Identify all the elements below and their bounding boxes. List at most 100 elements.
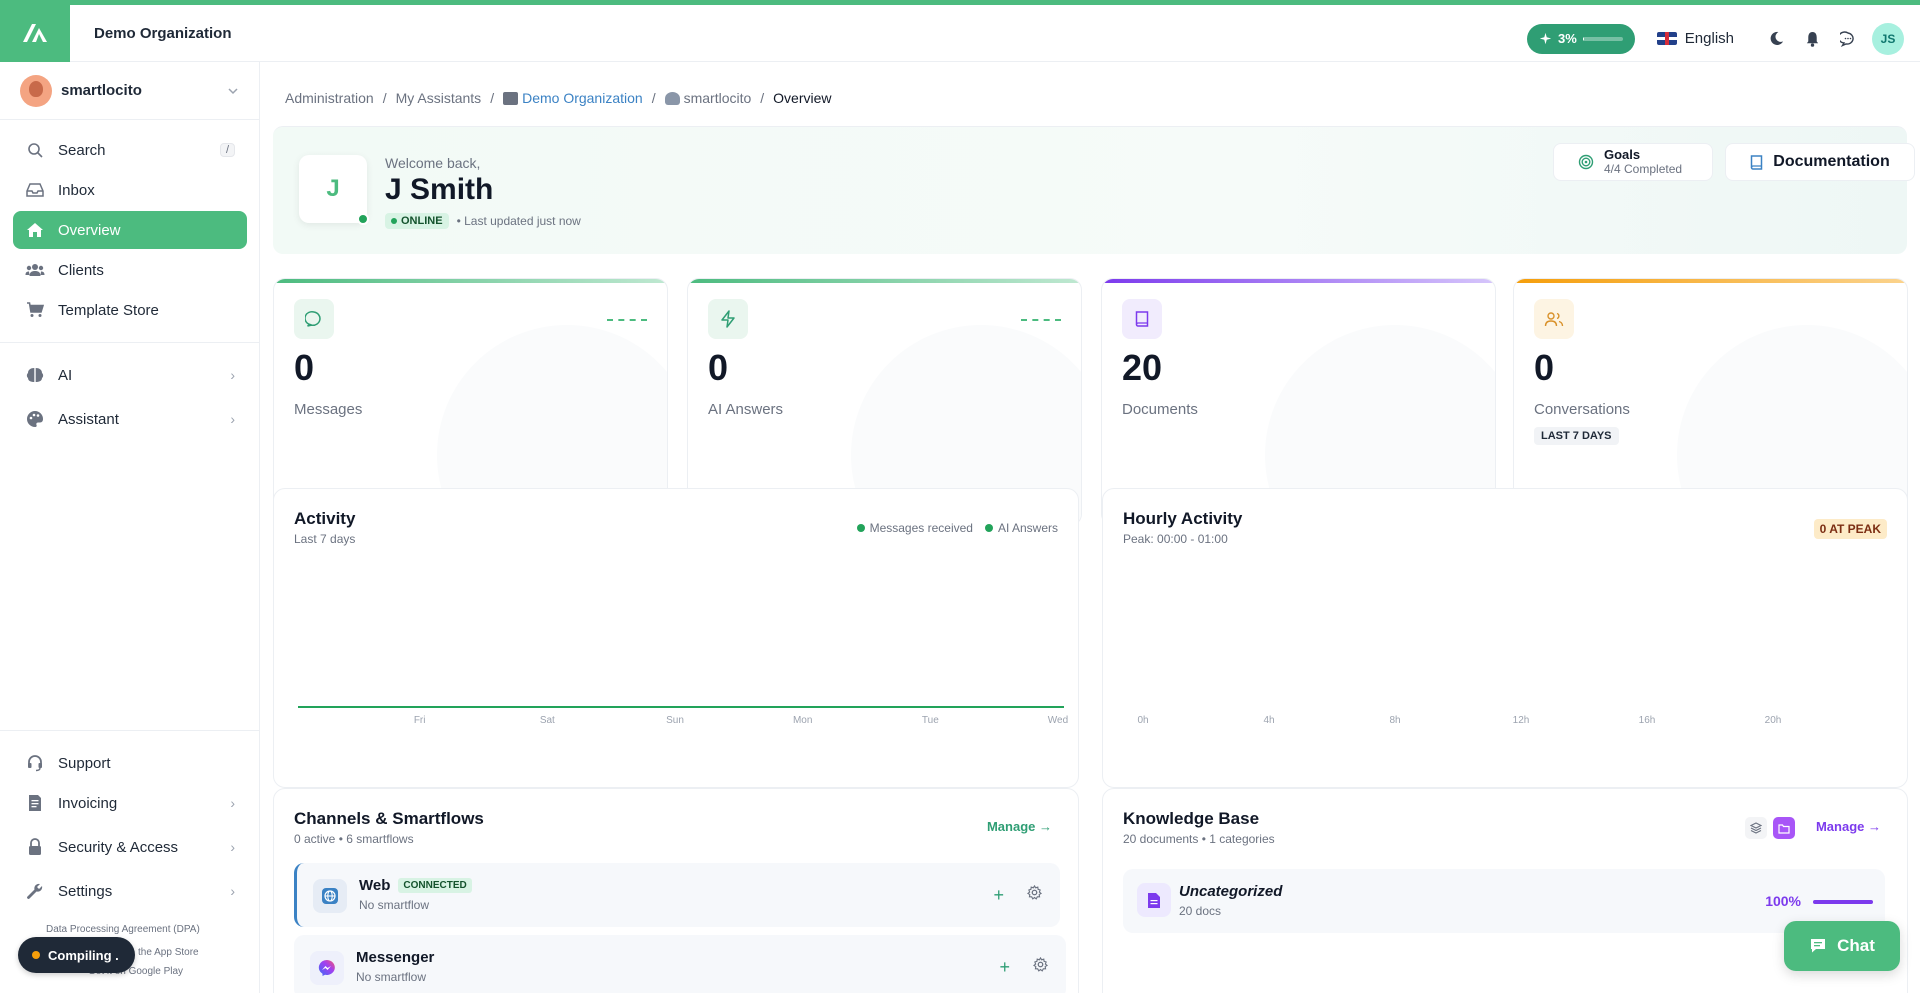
chat-button[interactable]: Chat: [1784, 921, 1900, 971]
documentation-button[interactable]: Documentation: [1725, 143, 1915, 181]
channels-manage-link[interactable]: Manage →: [987, 819, 1052, 834]
x-tick-label: 8h: [1389, 715, 1400, 726]
breadcrumb-administration[interactable]: Administration: [285, 90, 374, 106]
assistant-switcher[interactable]: smartlocito: [0, 62, 259, 120]
hourly-chart: 0h 4h 8h 12h 16h 20h: [1137, 715, 1782, 726]
sidebar-group-assistant[interactable]: Assistant ›: [13, 400, 247, 438]
profile-initial: J: [326, 175, 340, 202]
cart-icon: [25, 300, 45, 320]
breadcrumb-organization[interactable]: Demo Organization: [503, 90, 643, 106]
x-tick-label: 20h: [1765, 715, 1782, 726]
chevron-down-icon: [228, 87, 238, 94]
card-accent: [274, 279, 667, 283]
sidebar-item-label: Invoicing: [58, 794, 118, 812]
breadcrumb: Administration / My Assistants / Demo Or…: [285, 90, 832, 106]
x-tick-label: 16h: [1639, 715, 1656, 726]
folder-icon[interactable]: [1773, 817, 1795, 839]
sidebar-item-label: Template Store: [58, 301, 159, 319]
sidebar-item-label: Support: [58, 754, 111, 772]
user-avatar[interactable]: JS: [1872, 22, 1904, 55]
sparkline: [1021, 319, 1061, 321]
status-dot: [391, 218, 397, 224]
credits-indicator[interactable]: 3%: [1527, 23, 1635, 54]
sidebar-group-ai[interactable]: AI ›: [13, 356, 247, 394]
book-icon: [1751, 154, 1763, 170]
users-icon: [1534, 299, 1574, 339]
sparkline: [607, 319, 647, 321]
breadcrumb-assistant-label: smartlocito: [683, 90, 752, 106]
sidebar-item-support[interactable]: Support: [13, 744, 247, 782]
sidebar-item-template-store[interactable]: Template Store: [13, 291, 247, 329]
compiling-label: Compiling .: [48, 947, 119, 963]
stat-label: Conversations: [1534, 401, 1630, 418]
sidebar-item-security[interactable]: Security & Access ›: [13, 828, 247, 866]
app-logo[interactable]: [0, 4, 70, 62]
chevron-right-icon: ›: [230, 367, 235, 383]
lightning-icon: [708, 299, 748, 339]
status-dot: [32, 951, 40, 959]
chat-icon: [1811, 939, 1826, 953]
sidebar-item-settings[interactable]: Settings ›: [13, 872, 247, 910]
x-tick-label: Sat: [540, 715, 555, 726]
x-tick-label: 0h: [1137, 715, 1148, 726]
online-dot: [357, 213, 369, 225]
target-icon: [1578, 154, 1594, 170]
channel-name-row: Messenger: [356, 949, 434, 966]
knowledge-subtitle: 20 documents • 1 categories: [1123, 832, 1275, 846]
x-tick-label: Fri: [414, 715, 426, 726]
profile-initial-tile: J: [299, 155, 369, 225]
stat-label: AI Answers: [708, 401, 784, 418]
chevron-right-icon: ›: [230, 411, 235, 427]
notifications-button[interactable]: [1794, 21, 1830, 57]
channel-settings-button[interactable]: [1026, 884, 1043, 905]
search-label: Search: [58, 141, 106, 159]
x-tick-label: Sun: [666, 715, 684, 726]
org-name[interactable]: Demo Organization: [94, 25, 232, 42]
gear-icon: [1026, 884, 1043, 900]
category-percent: 100%: [1765, 893, 1801, 909]
sidebar-item-invoicing[interactable]: Invoicing ›: [13, 784, 247, 822]
documentation-label: Documentation: [1773, 153, 1890, 170]
card-accent: [688, 279, 1081, 283]
stat-value: 20: [1122, 347, 1163, 388]
sidebar-item-label: Settings: [58, 882, 113, 900]
book-icon: [1122, 299, 1162, 339]
stat-label: Documents: [1122, 401, 1198, 418]
layers-icon[interactable]: [1745, 817, 1767, 839]
connected-badge: CONNECTED: [398, 878, 472, 893]
status-row: ONLINE • Last updated just now: [385, 213, 581, 229]
channel-settings-button[interactable]: [1032, 956, 1049, 977]
sidebar-search[interactable]: Search /: [13, 131, 247, 169]
messages-button[interactable]: [1830, 21, 1866, 57]
sidebar-divider: [0, 342, 259, 343]
channel-row-messenger[interactable]: Messenger No smartflow +: [294, 935, 1066, 993]
category-progress: [1813, 900, 1873, 904]
search-shortcut: /: [219, 143, 235, 157]
x-tick-label: Wed: [1048, 715, 1068, 726]
sidebar-item-overview[interactable]: Overview: [13, 211, 247, 249]
language-selector[interactable]: English: [1656, 30, 1734, 47]
breadcrumb-assistant[interactable]: smartlocito: [664, 90, 752, 106]
channel-row-web[interactable]: Web CONNECTED No smartflow +: [294, 863, 1060, 927]
activity-panel: Activity Last 7 days Messages received A…: [273, 488, 1079, 788]
channels-subtitle: 0 active • 6 smartflows: [294, 832, 414, 846]
sidebar-item-clients[interactable]: Clients: [13, 251, 247, 289]
add-smartflow-button[interactable]: +: [999, 957, 1010, 978]
sidebar-item-inbox[interactable]: Inbox: [13, 171, 247, 209]
knowledge-manage-link[interactable]: Manage →: [1816, 819, 1881, 834]
x-tick-label: Mon: [793, 715, 812, 726]
dpa-link[interactable]: Data Processing Agreement (DPA): [46, 924, 200, 935]
breadcrumb-separator: /: [382, 90, 387, 106]
add-smartflow-button[interactable]: +: [993, 885, 1004, 906]
breadcrumb-my-assistants[interactable]: My Assistants: [396, 90, 482, 106]
channel-smartflow: No smartflow: [356, 970, 427, 984]
moon-icon: [1770, 31, 1783, 45]
category-row[interactable]: Uncategorized 20 docs 100%: [1123, 869, 1885, 933]
channel-name: Web: [359, 877, 391, 894]
dark-mode-toggle[interactable]: [1758, 21, 1794, 57]
goals-button[interactable]: Goals 4/4 Completed: [1553, 143, 1713, 181]
category-doc-count: 20 docs: [1179, 904, 1222, 918]
manage-label: Manage: [986, 819, 1036, 834]
app-store-link[interactable]: the App Store: [138, 947, 199, 958]
channel-smartflow: No smartflow: [359, 898, 430, 912]
